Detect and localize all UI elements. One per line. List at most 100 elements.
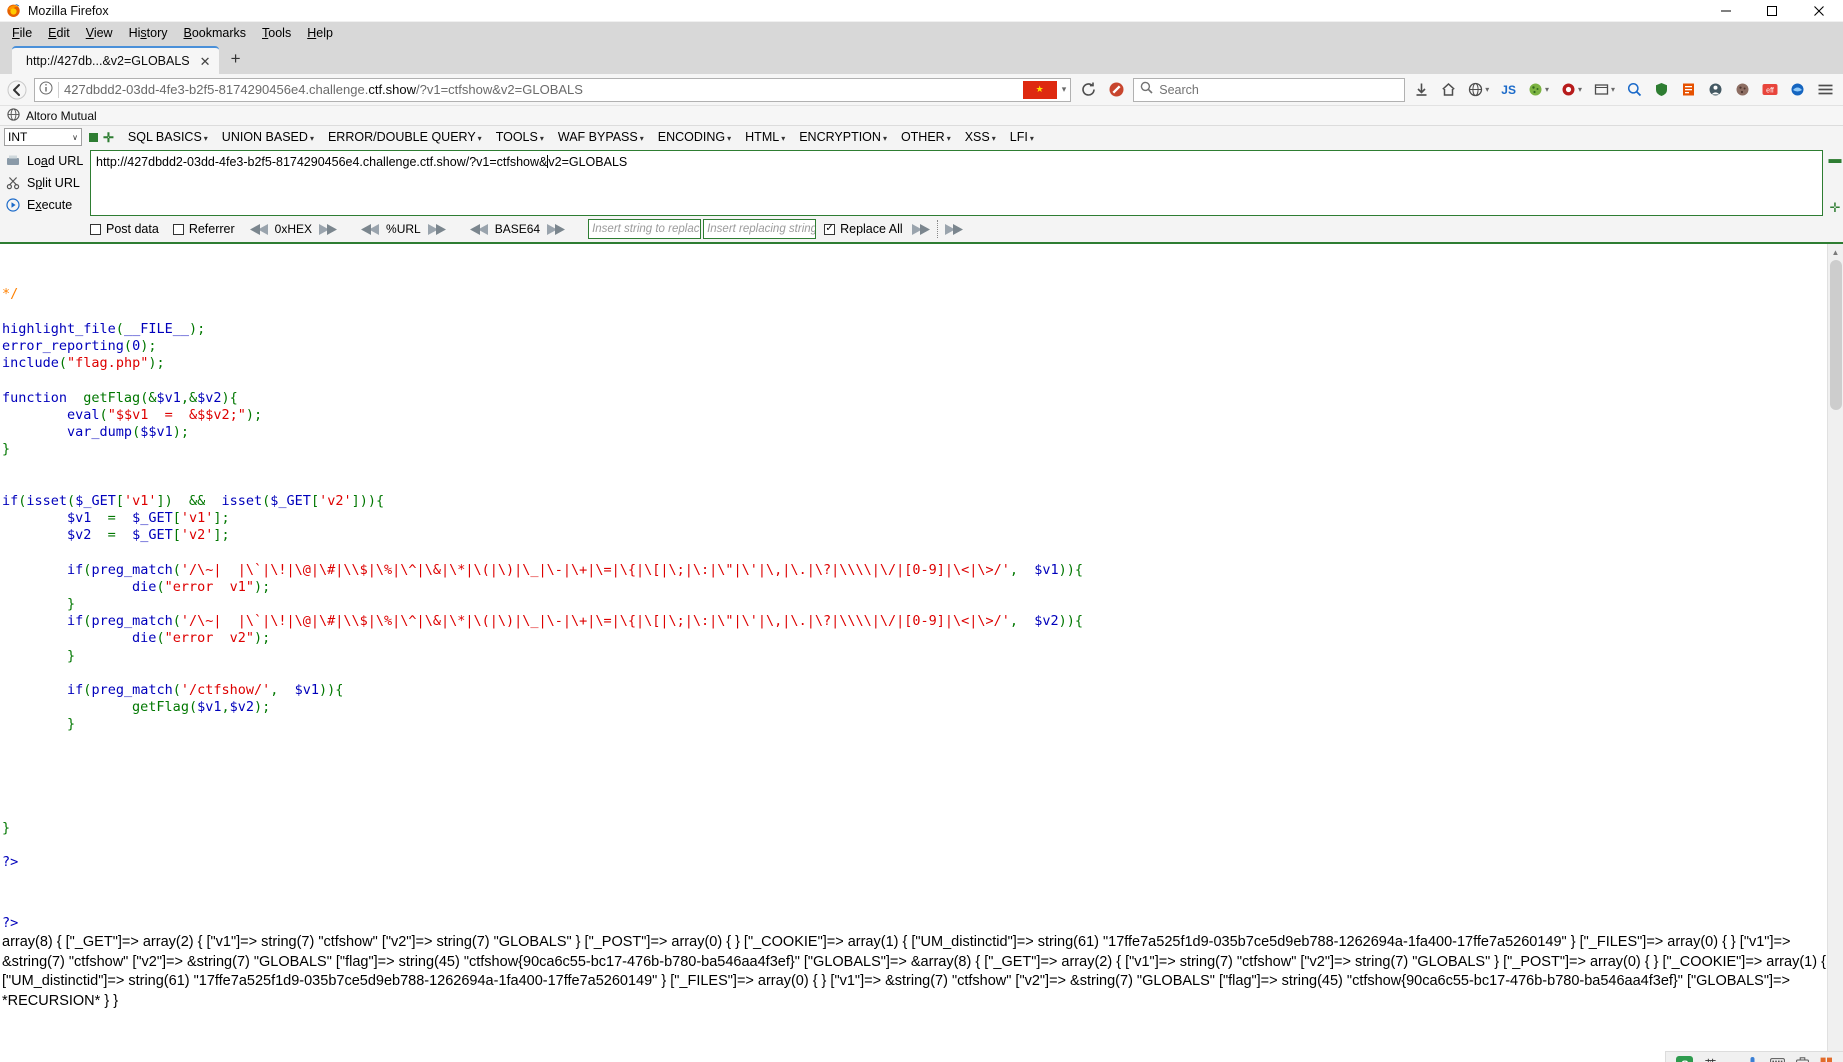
hackbar-menu-html[interactable]: HTML ▾ [738, 130, 792, 144]
chevron-down-icon[interactable]: ▾ [1485, 85, 1489, 94]
encode-url-button[interactable] [427, 223, 447, 236]
hackbar-menu-waf-bypass[interactable]: WAF BYPASS ▾ [551, 130, 651, 144]
replace-all-label: Replace All [840, 222, 903, 236]
code-line: if(preg_match('/\~| |\`|\!|\@|\#|\\$|\%|… [2, 562, 1843, 579]
chevron-down-icon[interactable]: ▾ [1611, 85, 1615, 94]
code-token: error_reporting [2, 338, 124, 355]
menu-item-bookmarks[interactable]: Bookmarks [176, 24, 255, 42]
menu-icon[interactable] [1814, 78, 1837, 102]
hackbar-menu-error-double-query[interactable]: ERROR/DOUBLE QUERY ▾ [321, 130, 489, 144]
chevron-down-icon[interactable]: ▾ [1578, 85, 1582, 94]
injection-type-select[interactable]: INT ∨ [4, 128, 82, 146]
hackbar-menu-encoding[interactable]: ENCODING ▾ [651, 130, 738, 144]
scroll-up-button[interactable]: ▲ [1828, 244, 1843, 260]
ime-toolbox-icon[interactable] [1796, 1057, 1809, 1062]
replace-from-input[interactable]: Insert string to replace [588, 219, 702, 239]
content-scrollbar[interactable]: ▲ ▼ [1827, 244, 1843, 1062]
menu-item-help[interactable]: Help [299, 24, 341, 42]
post-data-checkbox[interactable]: Post data [90, 222, 159, 236]
hackbar-menu-other[interactable]: OTHER ▾ [894, 130, 958, 144]
ime-keyboard-icon[interactable] [1770, 1057, 1785, 1062]
url-bar[interactable]: 427dbdd2-03dd-4fe3-b2f5-8174290456e4.cha… [34, 77, 1072, 102]
replace-apply-button[interactable] [911, 223, 931, 236]
cookies-icon[interactable] [1732, 78, 1753, 102]
tab-close-icon[interactable]: ✕ [200, 55, 211, 68]
chevron-down-icon[interactable]: ▾ [1062, 84, 1067, 95]
encode-hex-button[interactable] [318, 223, 338, 236]
reload-icon[interactable] [1077, 79, 1099, 101]
ime-voice-icon[interactable] [1746, 1056, 1759, 1062]
js-switcher-icon[interactable]: JS [1498, 78, 1519, 102]
browser-tab[interactable]: http://427db...&v2=GLOBALS ✕ [12, 46, 219, 74]
encode-base64-button[interactable] [546, 223, 566, 236]
hackbar-menu-encryption[interactable]: ENCRYPTION ▾ [792, 130, 894, 144]
minimize-button[interactable] [1703, 0, 1749, 22]
page-info-icon[interactable] [39, 81, 53, 98]
foxyproxy-icon[interactable] [1787, 78, 1808, 102]
window-resizer-icon[interactable]: ▾ [1591, 78, 1618, 102]
replace-to-input[interactable]: Insert replacing string [703, 219, 817, 239]
menu-item-file[interactable]: FFileile [4, 24, 40, 42]
menu-item-view[interactable]: View [78, 24, 121, 42]
home-icon[interactable] [1438, 78, 1459, 102]
replace-extra-button[interactable] [944, 223, 964, 236]
execute-button[interactable]: Execute [0, 194, 90, 216]
country-flag-icon[interactable]: ★ [1022, 80, 1057, 99]
new-tab-button[interactable]: + [219, 50, 253, 69]
code-token: 'v2' [180, 527, 214, 544]
close-button[interactable] [1795, 0, 1843, 22]
hackbar-menu-tools[interactable]: TOOLS ▾ [489, 130, 551, 144]
code-token: preg_match [91, 613, 173, 630]
search-bar[interactable]: Search [1133, 77, 1406, 102]
shield-icon[interactable] [1651, 78, 1672, 102]
referrer-label: Referrer [188, 222, 235, 236]
url-textarea[interactable]: http://427dbdd2-03dd-4fe3-b2f5-817429045… [90, 150, 1823, 216]
menu-item-edit[interactable]: Edit [40, 24, 78, 42]
code-token: if [2, 492, 19, 509]
decode-hex-button[interactable] [249, 223, 269, 236]
decode-url-button[interactable] [360, 223, 380, 236]
grow-button[interactable]: ✛ [1827, 201, 1843, 214]
minus-button[interactable] [89, 132, 98, 142]
hackbar-menu-xss[interactable]: XSS ▾ [958, 130, 1003, 144]
ime-menu-icon[interactable] [1820, 1057, 1833, 1062]
scrollbar-thumb[interactable] [1830, 260, 1842, 410]
ime-punctuation-button[interactable]: •, [1727, 1058, 1735, 1062]
replace-all-checkbox[interactable]: ✓ Replace All [824, 222, 903, 236]
decode-base64-button[interactable] [469, 223, 489, 236]
bookmark-item-altoro-mutual[interactable]: Altoro Mutual [26, 109, 97, 123]
proxy-icon[interactable]: ▾ [1558, 78, 1585, 102]
referrer-checkbox[interactable]: Referrer [172, 222, 235, 236]
hackbar-menu-lfi[interactable]: LFI ▾ [1003, 130, 1041, 144]
menu-item-tools[interactable]: Tools [254, 24, 299, 42]
maximize-button[interactable] [1749, 0, 1795, 22]
code-token: ( [188, 699, 198, 716]
ime-language-button[interactable]: 英 [1704, 1056, 1716, 1062]
code-token: } [2, 647, 76, 664]
notes-icon[interactable] [1678, 78, 1699, 102]
back-arrow-icon[interactable] [6, 79, 28, 101]
tracking-protection-icon[interactable] [1105, 79, 1127, 101]
split-url-button[interactable]: Split URL [0, 172, 90, 194]
chevron-down-icon[interactable]: ▾ [1545, 85, 1549, 94]
hackbar-menu-union-based[interactable]: UNION BASED ▾ [215, 130, 321, 144]
sogou-logo-icon[interactable]: S [1676, 1056, 1694, 1062]
user-agent-icon[interactable] [1705, 78, 1726, 102]
load-url-button[interactable]: Load URL [0, 150, 90, 172]
code-token: ( [115, 320, 124, 337]
code-token: } [2, 716, 76, 733]
search-input[interactable]: Search [1159, 83, 1199, 97]
cookie-manager-icon[interactable]: ▾ [1525, 78, 1552, 102]
menu-item-history[interactable]: History [121, 24, 176, 42]
chevron-down-icon: ▾ [1029, 134, 1034, 143]
code-line: } [2, 716, 1843, 733]
downloads-icon[interactable] [1411, 78, 1432, 102]
add-button[interactable]: ✛ [103, 131, 114, 144]
wappalyzer-icon[interactable]: eff [1759, 78, 1781, 102]
shrink-button[interactable]: ▬ [1827, 152, 1843, 165]
globe-icon[interactable]: ▾ [1465, 78, 1492, 102]
zoom-icon[interactable] [1624, 78, 1645, 102]
hackbar-menu-sql-basics[interactable]: SQL BASICS ▾ [121, 130, 215, 144]
